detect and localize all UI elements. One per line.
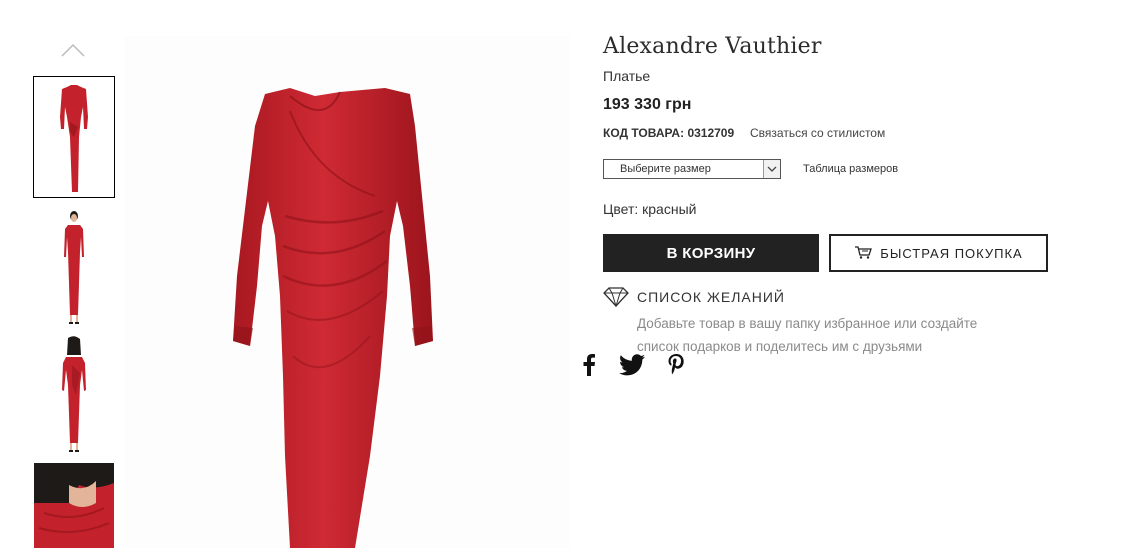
main-product-image[interactable]: [125, 36, 570, 548]
product-code-label: КОД ТОВАРА:: [603, 126, 685, 140]
product-brand[interactable]: Alexandre Vauthier: [603, 34, 822, 59]
quick-buy-label: БЫСТРАЯ ПОКУПКА: [880, 245, 1023, 261]
chevron-down-icon[interactable]: [763, 160, 780, 178]
thumbnail-model-front-image: [64, 211, 84, 324]
thumbnail-dress-image: [60, 85, 88, 192]
diamond-icon: [603, 287, 629, 312]
thumbnail-1[interactable]: [33, 76, 115, 198]
product-type: Платье: [603, 68, 651, 84]
thumbnail-2[interactable]: [34, 207, 114, 327]
quick-buy-button[interactable]: БЫСТРАЯ ПОКУПКА: [829, 234, 1048, 272]
pinterest-icon[interactable]: [668, 354, 684, 381]
wishlist-label: СПИСОК ЖЕЛАНИЙ: [637, 289, 785, 305]
thumbnails-up-arrow-icon[interactable]: [60, 42, 86, 58]
product-code: КОД ТОВАРА: 0312709: [603, 126, 734, 140]
product-code-value: 0312709: [687, 126, 735, 140]
thumbnail-3[interactable]: [34, 335, 114, 455]
main-dress-image: [233, 88, 433, 548]
product-color: Цвет: красный: [603, 201, 697, 217]
thumbnail-model-back-image: [62, 336, 86, 452]
twitter-icon[interactable]: [619, 354, 645, 381]
cart-icon: [854, 245, 873, 262]
product-price: 193 330 грн: [603, 96, 692, 113]
facebook-icon[interactable]: [582, 354, 596, 381]
size-select[interactable]: Выберите размер: [603, 159, 781, 179]
add-to-cart-button[interactable]: В КОРЗИНУ: [603, 234, 819, 272]
contact-stylist-link[interactable]: Связаться со стилистом: [750, 126, 885, 140]
size-select-value: Выберите размер: [620, 163, 711, 175]
thumbnail-detail-image: [34, 463, 114, 548]
size-table-link[interactable]: Таблица размеров: [803, 163, 898, 175]
thumbnail-4[interactable]: [34, 463, 114, 548]
wishlist-description: Добавьте товар в вашу папку избранное ил…: [637, 316, 978, 354]
